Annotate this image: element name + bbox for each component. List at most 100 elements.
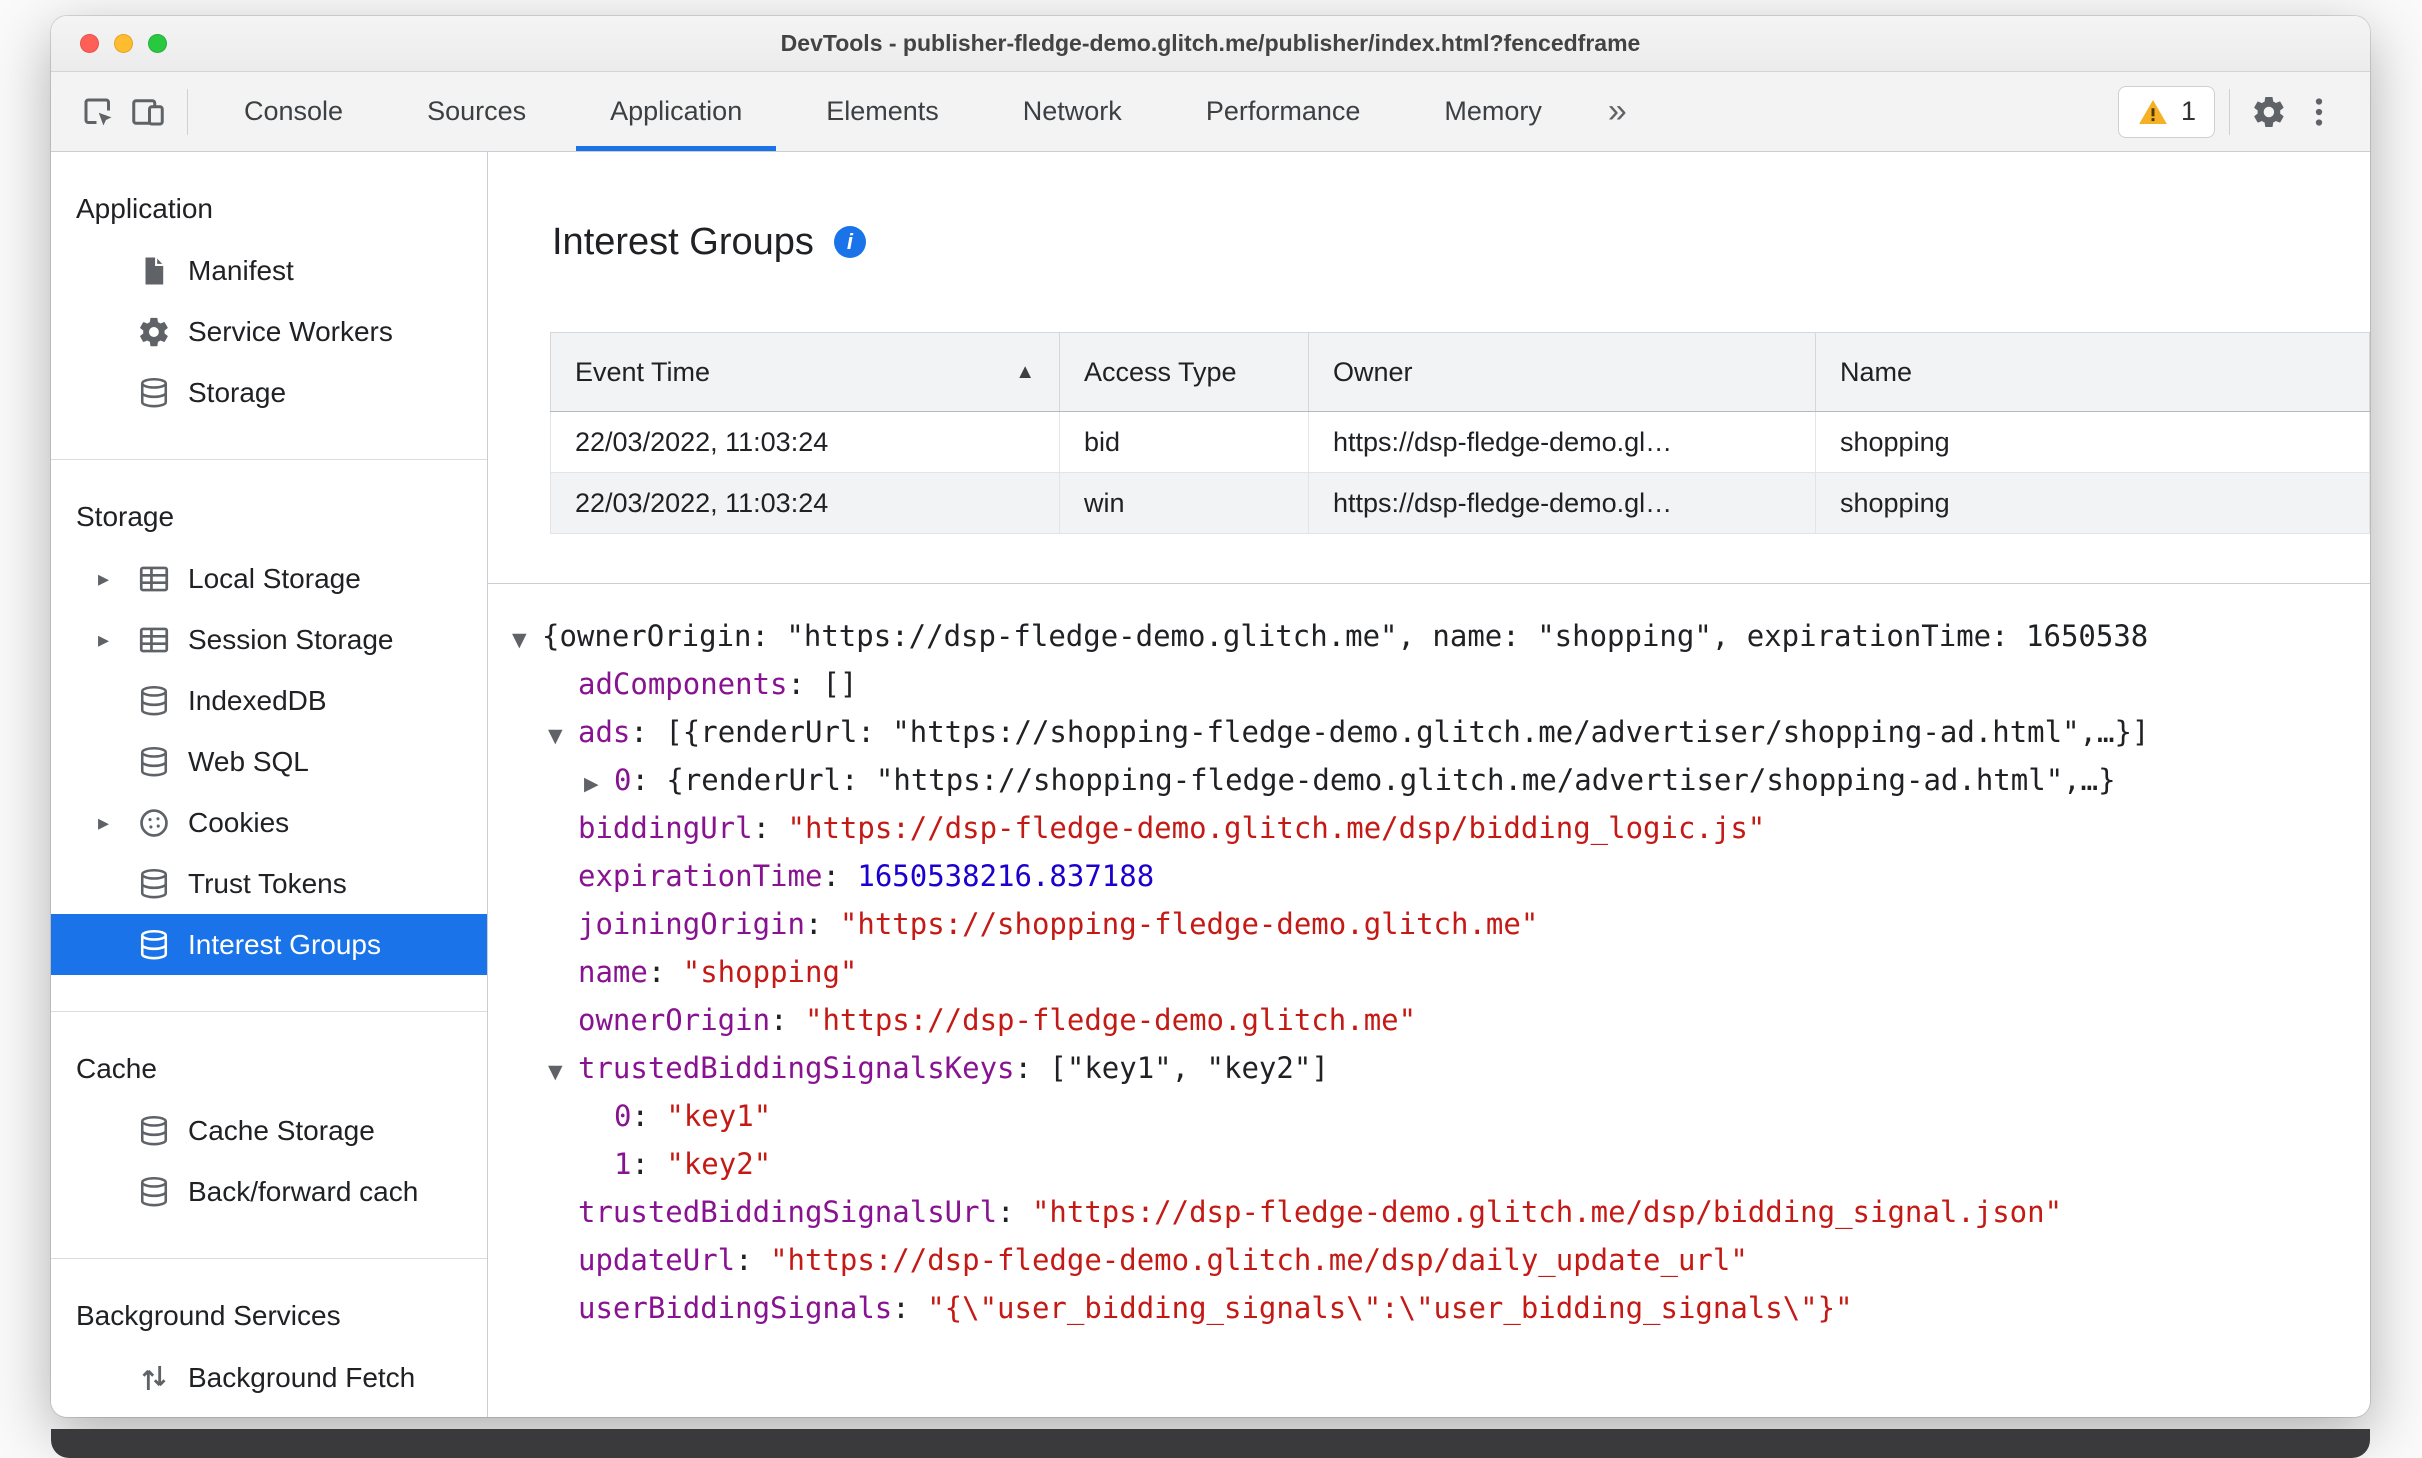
tree-text: : [631,763,667,797]
collapse-arrow-icon[interactable]: ▼ [548,712,578,760]
column-header-event-time[interactable]: Event Time ▲ [550,332,1060,412]
devtools-tabs: Console Sources Application Elements Network… [202,72,1584,151]
collapse-arrow-icon[interactable]: ▼ [512,616,542,664]
tab-memory[interactable]: Memory [1402,72,1584,151]
device-toolbar-button[interactable] [123,85,173,139]
column-header-content: Name [1840,357,2345,388]
sidebar-item-storage[interactable]: Storage [51,362,487,423]
more-tabs-button[interactable]: » [1584,72,1651,151]
sidebar-item-label: Background Fetch [188,1361,416,1393]
issues-warning-badge[interactable]: 1 [2117,85,2215,138]
tree-line[interactable]: updateUrl: "https://dsp-fledge-demo.glit… [488,1236,2370,1284]
sidebar-item-indexeddb[interactable]: IndexedDB [51,670,487,731]
tree-line[interactable]: 1: "key2" [488,1140,2370,1188]
tree-text: 0 [614,763,632,797]
table-row[interactable]: 22/03/2022, 11:03:24 bid https://dsp-fledg… [550,411,2370,473]
info-icon[interactable]: i [833,226,866,258]
tree-text: ads [578,715,631,749]
sidebar-item-cookies[interactable]: ▸ Cookies [51,792,487,853]
tree-text: {renderUrl: "https://shopping-fledge-dem… [666,763,2116,797]
tab-network[interactable]: Network [981,72,1164,151]
tree-text: : [822,859,858,893]
tree-text: "https://shopping-fledge-demo.glitch.me" [839,907,1539,941]
tree-text: trustedBiddingSignalsUrl [578,1195,998,1229]
interest-groups-table: Event Time ▲ Access Type Owner Name 22/03/20… [550,332,2370,534]
sidebar-item-service-workers[interactable]: Service Workers [51,301,487,362]
tree-text: : [1014,1051,1050,1085]
tree-line[interactable]: joiningOrigin: "https://shopping-fledge-… [488,900,2370,948]
updown-icon [137,1361,171,1395]
tree-line[interactable]: adComponents: [] [488,660,2370,708]
tree-text: 0 [614,1099,632,1133]
collapse-arrow-icon[interactable]: ▼ [548,1048,578,1096]
zoom-button[interactable] [148,34,167,53]
column-header-name[interactable]: Name [1815,332,2370,412]
grid-icon [137,562,171,596]
section-header-storage: Storage [76,501,175,532]
database-icon [137,745,171,779]
settings-button[interactable] [2244,85,2294,139]
inspect-element-button[interactable] [73,85,123,139]
sidebar-item-label: Back/forward cach [188,1175,419,1207]
tree-text: : [735,1243,771,1277]
tree-line[interactable]: expirationTime: 1650538216.837188 [488,852,2370,900]
table-cell: https://dsp-fledge-demo.gl… [1308,411,1816,473]
tree-text: expirationTime [578,859,823,893]
tab-application[interactable]: Application [568,72,784,151]
tree-text: "https://dsp-fledge-demo.glitch.me/dsp/b… [787,811,1766,845]
table-body: 22/03/2022, 11:03:24 bid https://dsp-fledg… [550,411,2370,534]
column-header-owner[interactable]: Owner [1308,332,1816,412]
app-body: Application Manifest Service Workers Storag… [51,152,2370,1417]
tree-line[interactable]: ▼ ads: [{renderUrl: "https://shopping-fle… [488,708,2370,756]
toolbar-right: 1 [2117,72,2370,151]
tree-line[interactable]: trustedBiddingSignalsUrl: "https://dsp-f… [488,1188,2370,1236]
devtools-toolbar: Console Sources Application Elements Network… [51,72,2370,152]
column-header-access-type[interactable]: Access Type [1059,332,1309,412]
expand-chevron-icon[interactable]: ▸ [98,566,137,592]
sidebar-item-manifest[interactable]: Manifest [51,240,487,301]
sidebar-item-label: Storage [188,376,287,408]
tree-line[interactable]: 0: "key1" [488,1092,2370,1140]
expand-arrow-icon[interactable]: ▶ [584,760,614,808]
gear-icon [137,315,171,349]
tree-line[interactable]: userBiddingSignals: "{\"user_bidding_sig… [488,1284,2370,1332]
close-button[interactable] [80,34,99,53]
expand-chevron-icon[interactable]: ▸ [98,810,137,836]
sidebar-item-interest-groups[interactable]: Interest Groups [51,914,487,975]
sidebar-item-back-forward-cach[interactable]: Back/forward cach [51,1161,487,1222]
warning-icon [2137,96,2169,128]
tree-text: updateUrl [578,1243,736,1277]
sidebar-item-cache-storage[interactable]: Cache Storage [51,1100,487,1161]
tab-performance[interactable]: Performance [1164,72,1403,151]
sidebar-item-session-storage[interactable]: ▸ Session Storage [51,609,487,670]
sidebar-item-background-fetch[interactable]: Background Fetch [51,1347,487,1408]
table-cell: win [1059,472,1309,534]
minimize-button[interactable] [114,34,133,53]
tree-line[interactable]: ▼ {ownerOrigin: "https://dsp-fledge-demo.… [488,612,2370,660]
section-header-cache: Cache [76,1053,157,1084]
sidebar-item-local-storage[interactable]: ▸ Local Storage [51,548,487,609]
tree-text: "https://dsp-fledge-demo.glitch.me/dsp/b… [1031,1195,2063,1229]
sidebar-item-label: Cache Storage [188,1114,375,1146]
tab-sources[interactable]: Sources [385,72,568,151]
document-icon [137,254,171,288]
tree-line[interactable]: ▶ 0: {renderUrl: "https://shopping-fledge… [488,756,2370,804]
sidebar-item-label: Interest Groups [188,928,381,960]
tree-text: ownerOrigin [578,1003,771,1037]
kebab-menu-button[interactable] [2294,85,2344,139]
sidebar-item-trust-tokens[interactable]: Trust Tokens [51,853,487,914]
expand-chevron-icon[interactable]: ▸ [98,627,137,653]
tab-console[interactable]: Console [202,72,385,151]
tree-line[interactable]: ownerOrigin: "https://dsp-fledge-demo.gl… [488,996,2370,1044]
sidebar-item-web-sql[interactable]: Web SQL [51,731,487,792]
tree-line[interactable]: ▼ trustedBiddingSignalsKeys: ["key1", "ke… [488,1044,2370,1092]
sidebar-section-cache: Cache Cache Storage Back/forward cach [51,1012,487,1259]
warning-count: 1 [2180,96,2196,126]
tree-text: : [787,667,823,701]
tree-line[interactable]: name: "shopping" [488,948,2370,996]
tree-text: "shopping" [682,955,858,989]
kebab-menu-icon [2301,94,2337,130]
table-row[interactable]: 22/03/2022, 11:03:24 win https://dsp-fledg… [550,472,2370,534]
tab-elements[interactable]: Elements [784,72,981,151]
tree-line[interactable]: biddingUrl: "https://dsp-fledge-demo.gli… [488,804,2370,852]
